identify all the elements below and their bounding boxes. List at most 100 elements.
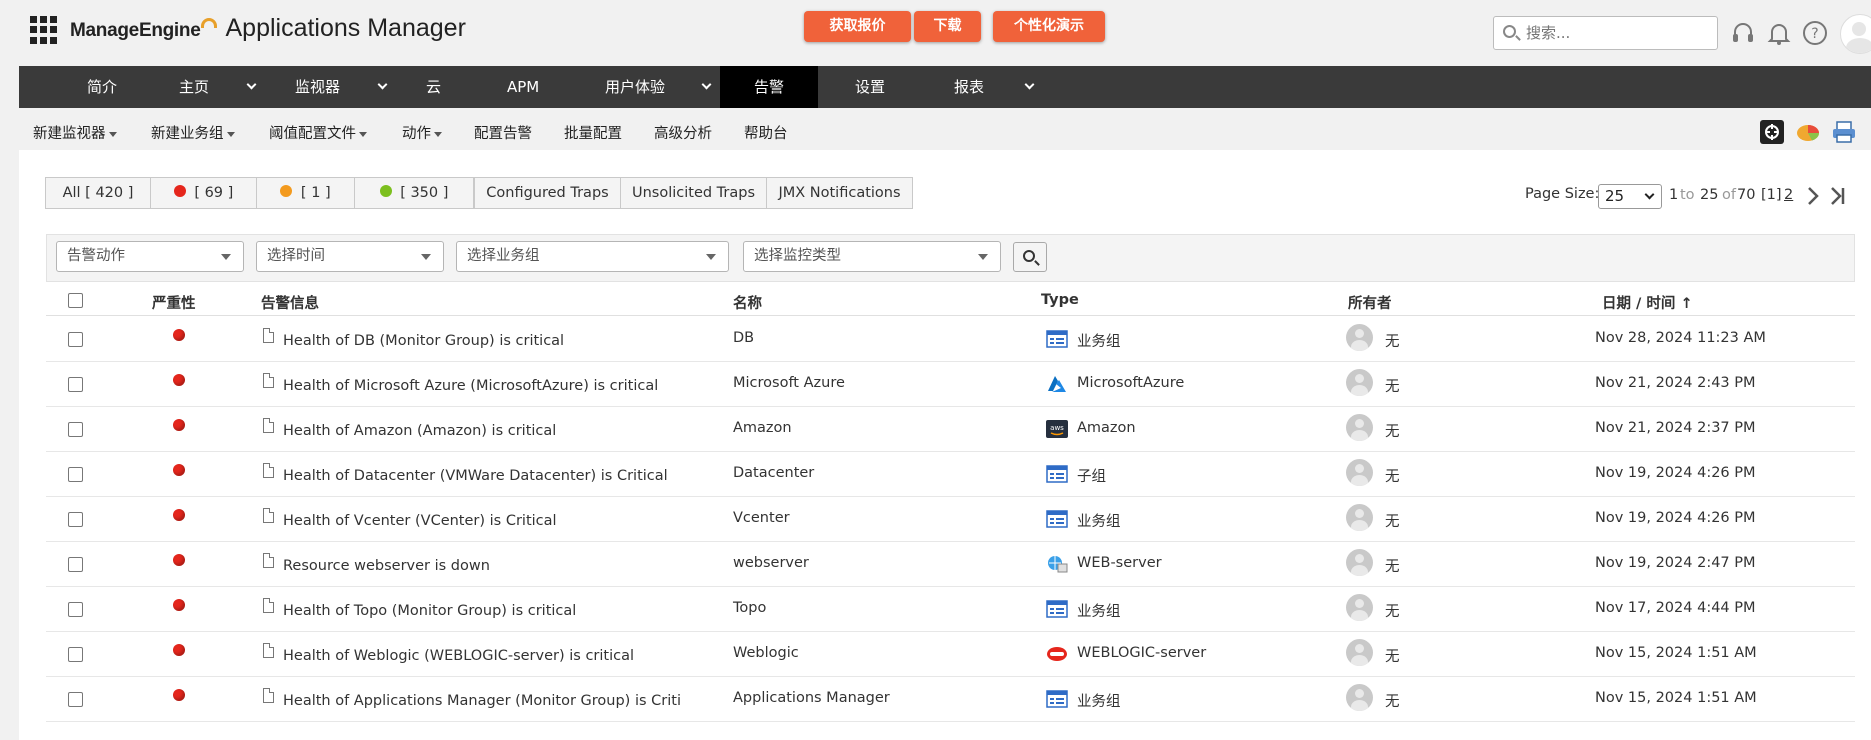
col-type[interactable]: Type [1041,292,1079,308]
row-checkbox[interactable] [68,332,83,347]
filter-search-button[interactable] [1013,242,1047,272]
svg-text:aws: aws [1050,424,1064,432]
nav-user-experience[interactable]: 用户体验 [605,66,665,108]
subnav-actions[interactable]: 动作 [402,122,442,143]
alarm-message-link[interactable]: Health of Microsoft Azure (MicrosoftAzur… [283,378,658,394]
monitor-name-link[interactable]: Topo [733,600,766,616]
paging-next-page-link[interactable]: 2 [1784,187,1793,203]
user-avatar[interactable] [1840,14,1871,54]
print-icon[interactable] [1832,120,1856,144]
nav-home-chevron-icon[interactable] [246,79,257,90]
filter-configured-traps[interactable]: Configured Traps [474,177,621,209]
subnav-threshold-profile[interactable]: 阈值配置文件 [269,122,367,143]
alarm-message-link[interactable]: Health of Weblogic (WEBLOGIC-server) is … [283,648,634,664]
table-row[interactable]: Health of Vcenter (VCenter) is Critical V… [46,497,1855,542]
subnav-help-desk[interactable]: 帮助台 [744,122,788,143]
nav-reports-chevron-icon[interactable] [1024,79,1035,90]
get-quote-button[interactable]: 获取报价 [804,11,911,42]
nav-apm[interactable]: APM [507,66,539,108]
monitor-name-link[interactable]: Vcenter [733,510,790,526]
nav-intro[interactable]: 简介 [87,66,117,108]
row-checkbox[interactable] [68,512,83,527]
help-icon[interactable]: ? [1802,20,1828,46]
filter-clear[interactable]: [ 350 ] [354,177,474,209]
search-input[interactable] [1526,24,1711,42]
next-page-icon[interactable] [1806,186,1820,206]
nav-home[interactable]: 主页 [179,66,209,108]
time-select[interactable]: 选择时间 [256,241,444,272]
monitor-name-link[interactable]: Datacenter [733,465,814,481]
last-page-icon[interactable] [1829,186,1847,206]
monitor-name-link[interactable]: Weblogic [733,645,799,661]
col-datetime[interactable]: 日期 / 时间 ↑ [1602,292,1693,313]
table-row[interactable]: Health of Topo (Monitor Group) is critic… [46,587,1855,632]
filter-critical[interactable]: [ 69 ] [150,177,257,209]
nav-reports[interactable]: 报表 [954,66,984,108]
nav-cloud[interactable]: 云 [426,66,441,108]
nav-monitors-chevron-icon[interactable] [377,79,388,90]
table-row[interactable]: Health of Weblogic (WEBLOGIC-server) is … [46,632,1855,677]
refresh-icon[interactable] [1760,120,1784,144]
row-checkbox[interactable] [68,377,83,392]
alarm-message-link[interactable]: Health of Topo (Monitor Group) is critic… [283,603,576,619]
search-box[interactable] [1493,16,1718,50]
row-checkbox[interactable] [68,467,83,482]
col-severity[interactable]: 严重性 [152,292,196,313]
filter-all[interactable]: All [ 420 ] [45,177,151,209]
monitor-name-link[interactable]: Amazon [733,420,792,436]
filter-warning[interactable]: [ 1 ] [256,177,355,209]
monitor-name-link[interactable]: DB [733,330,754,346]
monitor-type-select[interactable]: 选择监控类型 [743,241,1001,272]
alarm-message-link[interactable]: Health of Vcenter (VCenter) is Critical [283,513,557,529]
table-row[interactable]: Health of Applications Manager (Monitor … [46,677,1855,722]
subnav-new-group[interactable]: 新建业务组 [151,122,235,143]
pie-chart-icon[interactable] [1796,120,1820,144]
nav-monitors[interactable]: 监视器 [295,66,340,108]
monitor-name-link[interactable]: Microsoft Azure [733,375,845,391]
col-message[interactable]: 告警信息 [261,292,319,313]
subnav-bulk-config[interactable]: 批量配置 [564,122,622,143]
alarm-message-link[interactable]: Health of DB (Monitor Group) is critical [283,333,564,349]
app-grid-icon[interactable] [30,16,58,44]
subnav-advanced-analytics[interactable]: 高级分析 [654,122,712,143]
table-row[interactable]: Health of DB (Monitor Group) is critical… [46,317,1855,362]
page-size-select[interactable]: 25 [1598,184,1662,209]
personalized-demo-button[interactable]: 个性化演示 [993,11,1105,42]
row-checkbox[interactable] [68,692,83,707]
filter-jmx-notifications[interactable]: JMX Notifications [766,177,913,209]
alarm-action-select-value: 告警动作 [67,248,125,264]
table-row[interactable]: Health of Microsoft Azure (MicrosoftAzur… [46,362,1855,407]
monitor-name-link[interactable]: webserver [733,555,809,571]
download-button[interactable]: 下载 [914,11,981,42]
headset-icon[interactable] [1730,20,1756,46]
row-checkbox[interactable] [68,422,83,437]
table-row[interactable]: Health of Amazon (Amazon) is critical Ama… [46,407,1855,452]
table-row[interactable]: Resource webserver is down webserver WEB-s… [46,542,1855,587]
filter-unsolicited-traps[interactable]: Unsolicited Traps [620,177,767,209]
subnav-bulk-config-label: 批量配置 [564,126,622,142]
subnav-configure-alarms[interactable]: 配置告警 [474,122,532,143]
select-all-checkbox[interactable] [68,293,83,308]
sub-nav: 新建监视器 新建业务组 阈值配置文件 动作 配置告警 批量配置 高级分析 帮助台 [0,108,1871,150]
nav-settings[interactable]: 设置 [855,66,885,108]
col-owner[interactable]: 所有者 [1348,292,1392,313]
alarm-message-link[interactable]: Health of Applications Manager (Monitor … [283,693,681,709]
table-row[interactable]: Health of Datacenter (VMWare Datacenter)… [46,452,1855,497]
nav-alarms[interactable]: 告警 [720,66,818,108]
monitor-name-link[interactable]: Applications Manager [733,690,890,706]
alarm-message-link[interactable]: Resource webserver is down [283,558,490,574]
row-checkbox[interactable] [68,602,83,617]
col-name[interactable]: 名称 [733,292,762,313]
alarm-datetime: Nov 15, 2024 1:51 AM [1595,690,1757,706]
bell-icon[interactable] [1766,20,1792,46]
alarm-message-link[interactable]: Health of Datacenter (VMWare Datacenter)… [283,468,668,484]
monitor-group-icon [1046,690,1068,708]
monitor-group-select[interactable]: 选择业务组 [456,241,729,272]
alarm-message-link[interactable]: Health of Amazon (Amazon) is critical [283,423,556,439]
brand-logo[interactable]: ManageEngine Applications Manager [70,14,466,43]
subnav-new-monitor[interactable]: 新建监视器 [33,122,117,143]
row-checkbox[interactable] [68,557,83,572]
row-checkbox[interactable] [68,647,83,662]
nav-user-experience-chevron-icon[interactable] [701,79,712,90]
alarm-action-select[interactable]: 告警动作 [56,241,244,272]
